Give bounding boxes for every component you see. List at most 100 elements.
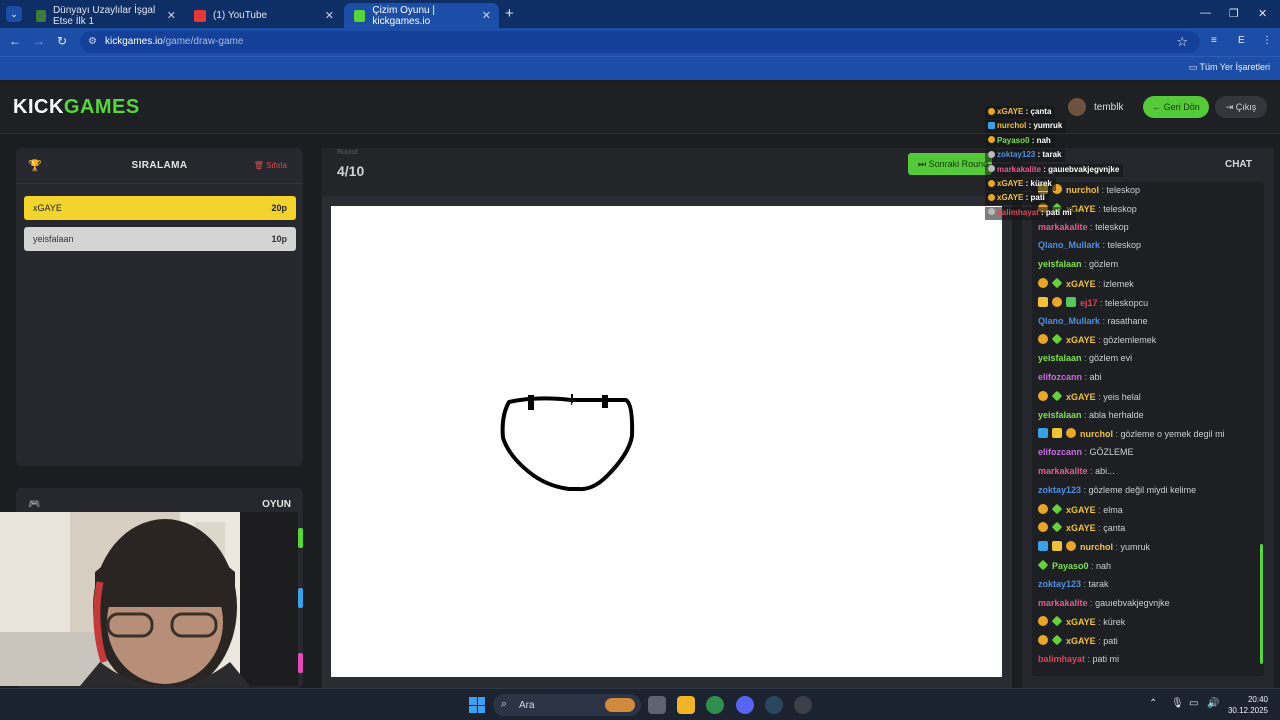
chat-username[interactable]: Qlano_Mullark bbox=[1038, 316, 1100, 326]
chat-username[interactable]: ej17 bbox=[1080, 298, 1098, 308]
chat-username[interactable]: yeisfalaan bbox=[1038, 353, 1082, 363]
sparkle-badge-icon bbox=[1051, 277, 1063, 289]
chat-username[interactable]: elifozcann bbox=[1038, 447, 1082, 457]
file-explorer-icon[interactable] bbox=[677, 696, 695, 714]
address-bar[interactable]: ⚙ kickgames.io/game/draw-game ☆ bbox=[80, 31, 1200, 53]
tab-title: Çizim Oyunu | kickgames.io bbox=[372, 4, 435, 27]
tab-search-button[interactable]: ⌄ bbox=[6, 6, 22, 22]
chat-username[interactable]: xGAYE bbox=[1066, 617, 1096, 627]
chat-text: teleskop bbox=[1106, 185, 1141, 195]
chat-username[interactable]: nurchol bbox=[1080, 429, 1113, 439]
chat-text: gözleme değil miydi kelime bbox=[1088, 484, 1197, 495]
restore-icon[interactable]: ❐ bbox=[1229, 7, 1239, 20]
obs-icon[interactable] bbox=[794, 696, 812, 714]
chat-username[interactable]: markakalite bbox=[1038, 222, 1088, 232]
site-info-icon[interactable]: ⚙ bbox=[88, 36, 97, 47]
overlay-text: kürek bbox=[1030, 179, 1052, 188]
chat-separator: : bbox=[1082, 372, 1090, 382]
chat-username[interactable]: xGAYE bbox=[1066, 335, 1096, 345]
sparkle-badge-icon bbox=[1051, 616, 1063, 627]
chat-username[interactable]: xGAYE bbox=[1066, 505, 1096, 515]
crown-badge-icon bbox=[1038, 296, 1048, 307]
chat-username[interactable]: zoktay123 bbox=[1038, 579, 1081, 589]
new-tab-button[interactable]: + bbox=[505, 5, 514, 22]
site-header: KICKGAMES temblk ← Geri Dön ⇥ Çıkış bbox=[0, 81, 1280, 134]
close-tab-icon[interactable]: ✕ bbox=[167, 9, 176, 22]
reset-button[interactable]: 🗑 Sıfırla bbox=[254, 161, 287, 170]
network-icon[interactable]: ▭ bbox=[1189, 698, 1198, 709]
chat-username[interactable]: yeisfalaan bbox=[1038, 410, 1082, 420]
close-tab-icon[interactable]: ✕ bbox=[325, 9, 334, 22]
exit-button[interactable]: ⇥ Çıkış bbox=[1215, 96, 1267, 118]
sparkle-badge-icon bbox=[1051, 390, 1063, 402]
overlay-username: balimhayat bbox=[997, 207, 1039, 217]
browser-tab-3[interactable]: Çizim Oyunu | kickgames.io ✕ bbox=[344, 3, 499, 28]
chat-separator: : bbox=[1113, 429, 1121, 440]
windows-start-icon[interactable] bbox=[469, 697, 485, 713]
chat-username[interactable]: nurchol bbox=[1080, 542, 1113, 552]
overlay-username: xGAYE bbox=[997, 193, 1024, 203]
all-bookmarks-link[interactable]: ▭ Tüm Yer İşaretleri bbox=[1189, 62, 1270, 73]
back-button[interactable]: ← Geri Dön bbox=[1143, 96, 1209, 118]
chat-username[interactable]: zoktay123 bbox=[1038, 485, 1081, 495]
chat-message: xGAYE : çanta bbox=[1038, 522, 1125, 533]
menu-icon[interactable]: ⋮ bbox=[1262, 35, 1272, 46]
chat-message-list[interactable]: nurchol : teleskop xGAYE : teleskop markak… bbox=[1032, 182, 1264, 676]
reload-icon[interactable]: ↻ bbox=[57, 34, 67, 48]
chat-message: yeisfalaan : gözlem bbox=[1038, 259, 1118, 269]
close-tab-icon[interactable]: ✕ bbox=[482, 9, 491, 22]
chat-username[interactable]: Payaso0 bbox=[1052, 561, 1089, 571]
media-controls-icon[interactable]: ≡ bbox=[1211, 35, 1217, 46]
chat-separator: : bbox=[1081, 484, 1089, 495]
webcam-image bbox=[0, 512, 298, 686]
volume-icon[interactable]: 🔊 bbox=[1207, 698, 1219, 709]
profile-button[interactable]: E bbox=[1238, 35, 1245, 46]
drawing-canvas[interactable]: ✛ bbox=[331, 206, 1002, 677]
chat-message: zoktay123 : gözleme değil miydi kelime bbox=[1038, 485, 1196, 495]
microphone-icon[interactable]: 🎙 bbox=[1171, 698, 1184, 709]
chat-username[interactable]: nurchol bbox=[1066, 185, 1099, 195]
forward-arrow-icon[interactable]: → bbox=[33, 34, 45, 48]
gold-badge-icon bbox=[1038, 278, 1048, 288]
bookmark-star-icon[interactable]: ☆ bbox=[1176, 34, 1188, 50]
chat-username[interactable]: balimhayat bbox=[1038, 654, 1085, 664]
overlay-text: nah bbox=[1036, 135, 1051, 145]
chat-scrollbar[interactable] bbox=[1260, 544, 1263, 664]
overlay-badge-icon bbox=[988, 136, 995, 144]
chat-text: gözlemlemek bbox=[1103, 335, 1157, 346]
next-round-button[interactable]: ⏭ Sonraki Round bbox=[908, 153, 992, 175]
chrome-icon[interactable] bbox=[706, 696, 724, 714]
chat-username[interactable]: xGAYE bbox=[1066, 279, 1096, 289]
kickgames-logo[interactable]: KICKGAMES bbox=[13, 96, 140, 119]
chat-username[interactable]: markakalite bbox=[1038, 466, 1088, 476]
overlay-username: zoktay123 bbox=[997, 150, 1036, 160]
chat-username[interactable]: Qlano_Mullark bbox=[1038, 240, 1100, 250]
system-clock[interactable]: 20:40 30.12.2025 bbox=[1228, 694, 1268, 716]
back-arrow-icon[interactable]: ← bbox=[9, 34, 21, 48]
round-counter: 4/10 bbox=[337, 163, 365, 179]
show-hidden-icons-icon[interactable]: ⌃ bbox=[1149, 698, 1157, 709]
chat-username[interactable]: yeisfalaan bbox=[1038, 259, 1082, 269]
close-window-icon[interactable]: ✕ bbox=[1258, 7, 1267, 20]
overlay-chat-message: markakalite : gauıebvakjegvnjke bbox=[985, 163, 1124, 177]
user-profile[interactable]: temblk bbox=[1068, 95, 1123, 119]
browser-tab-1[interactable]: Dünyayı Uzaylılar İşgal Etse İlk 1 ✕ bbox=[26, 3, 184, 28]
gold-badge-icon bbox=[1052, 296, 1062, 307]
overlay-chat-message: Payaso0 : nah bbox=[985, 134, 1055, 148]
chat-separator: : bbox=[1100, 315, 1108, 326]
browser-tab-2[interactable]: (1) YouTube ✕ bbox=[184, 3, 342, 28]
steam-icon[interactable] bbox=[765, 696, 783, 714]
taskbar-search[interactable]: ⌕ Ara bbox=[493, 694, 641, 716]
chat-username[interactable]: xGAYE bbox=[1066, 392, 1096, 402]
chat-separator: : bbox=[1087, 466, 1096, 476]
minimize-icon[interactable]: — bbox=[1200, 7, 1211, 19]
chat-username[interactable]: xGAYE bbox=[1066, 523, 1096, 533]
chat-username[interactable]: elifozcann bbox=[1038, 372, 1082, 382]
task-view-icon[interactable] bbox=[648, 696, 666, 714]
ranking-row: yeisfalaan 10p bbox=[24, 227, 296, 251]
bookmarks-bar: ▭ Tüm Yer İşaretleri bbox=[0, 56, 1280, 80]
chat-username[interactable]: xGAYE bbox=[1066, 636, 1096, 646]
chat-separator: : bbox=[1081, 578, 1089, 589]
chat-username[interactable]: markakalite bbox=[1038, 598, 1088, 608]
discord-icon[interactable] bbox=[736, 696, 754, 714]
